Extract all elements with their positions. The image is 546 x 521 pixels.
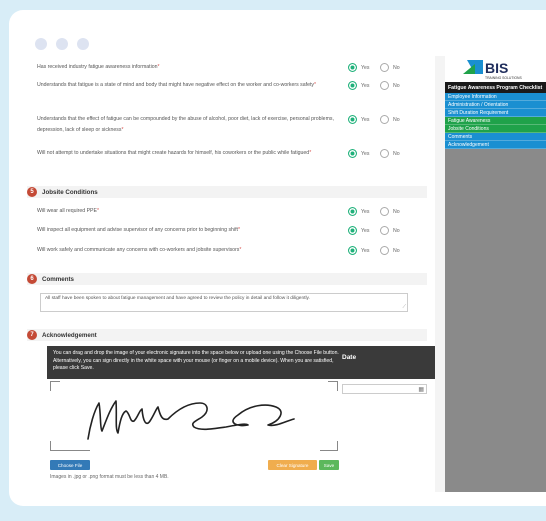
signature-instructions: You can drag and drop the image of your … <box>53 350 339 371</box>
bis-logo: BIS TRAINING SOLUTIONS <box>445 56 546 82</box>
choose-file-button[interactable]: Choose File <box>50 460 90 470</box>
date-input[interactable]: ▦ <box>342 384 427 394</box>
acknowledgement-instructions-bar: You can drag and drop the image of your … <box>47 346 435 379</box>
date-label: Date <box>342 354 357 361</box>
radio-yes[interactable]: Yes <box>348 63 369 72</box>
section-number-badge: 5 <box>27 187 37 197</box>
radio-no[interactable]: No <box>380 81 400 90</box>
radio-no[interactable]: No <box>380 149 400 158</box>
sidebar-item-shift-duration[interactable]: Shift Duration Requirement <box>445 109 546 117</box>
sidebar-title: Fatigue Awareness Program Checklist <box>445 82 546 93</box>
window-dot-3 <box>77 38 89 50</box>
calendar-icon[interactable]: ▦ <box>418 386 424 393</box>
radio-yes[interactable]: Yes <box>348 246 369 255</box>
sidebar-item-administration-orientation[interactable]: Administration / Orientation <box>445 101 546 109</box>
section-title: Jobsite Conditions <box>42 188 98 196</box>
section-header-jobsite: 5 Jobsite Conditions <box>27 186 427 198</box>
browser-frame: Has received industry fatigue awareness … <box>9 10 546 506</box>
section-title: Comments <box>42 275 74 283</box>
save-button[interactable]: Save <box>319 460 339 470</box>
radio-yes[interactable]: Yes <box>348 149 369 158</box>
radio-yes[interactable]: Yes <box>348 81 369 90</box>
radio-no[interactable]: No <box>380 207 400 216</box>
signature-pad[interactable] <box>50 381 338 451</box>
radio-yes[interactable]: Yes <box>348 115 369 124</box>
file-size-note: Images in .jpg or .png format must be le… <box>50 474 169 480</box>
sidebar-item-fatigue-awareness[interactable]: Fatigue Awareness <box>445 117 546 125</box>
question-text: Will work safely and communicate any con… <box>37 247 242 253</box>
sidebar-item-comments[interactable]: Comments <box>445 133 546 141</box>
question-text: Has received industry fatigue awareness … <box>37 64 160 70</box>
question-text: Will inspect all equipment and advise su… <box>37 227 241 233</box>
window-dot-1 <box>35 38 47 50</box>
question-text: Will not attempt to undertake situations… <box>37 150 312 156</box>
logo-text: BIS <box>485 60 508 76</box>
clear-signature-button[interactable]: Clear Signature <box>268 460 317 470</box>
page-body: Has received industry fatigue awareness … <box>23 56 546 492</box>
resize-grip-icon[interactable]: ⟋ <box>402 304 406 310</box>
section-number-badge: 6 <box>27 274 37 284</box>
window-dot-2 <box>56 38 68 50</box>
signature-drawing <box>87 400 295 440</box>
radio-yes[interactable]: Yes <box>348 226 369 235</box>
logo-subtext: TRAINING SOLUTIONS <box>485 76 522 80</box>
radio-no[interactable]: No <box>380 246 400 255</box>
sidebar-item-jobsite-conditions[interactable]: Jobsite Conditions <box>445 125 546 133</box>
sidebar-item-acknowledgement[interactable]: Acknowledgement <box>445 141 546 149</box>
comments-textarea[interactable]: All staff have been spoken to about fati… <box>40 293 408 312</box>
section-header-comments: 6 Comments <box>27 273 427 285</box>
question-text: Will wear all required PPE* <box>37 208 99 214</box>
section-header-acknowledgement: 7 Acknowledgement <box>27 329 427 341</box>
radio-no[interactable]: No <box>380 63 400 72</box>
sidebar: BIS TRAINING SOLUTIONS Fatigue Awareness… <box>445 56 546 492</box>
question-text: Understands that fatigue is a state of m… <box>37 82 317 88</box>
window-dots <box>35 38 89 50</box>
comments-value: All staff have been spoken to about fati… <box>45 296 310 301</box>
radio-yes[interactable]: Yes <box>348 207 369 216</box>
section-number-badge: 7 <box>27 330 37 340</box>
sidebar-item-employee-information[interactable]: Employee Information <box>445 93 546 101</box>
radio-no[interactable]: No <box>380 115 400 124</box>
question-text: Understands that the effect of fatigue c… <box>37 116 334 133</box>
logo-graphic: BIS TRAINING SOLUTIONS <box>463 60 522 80</box>
radio-no[interactable]: No <box>380 226 400 235</box>
section-title: Acknowledgement <box>42 331 97 339</box>
